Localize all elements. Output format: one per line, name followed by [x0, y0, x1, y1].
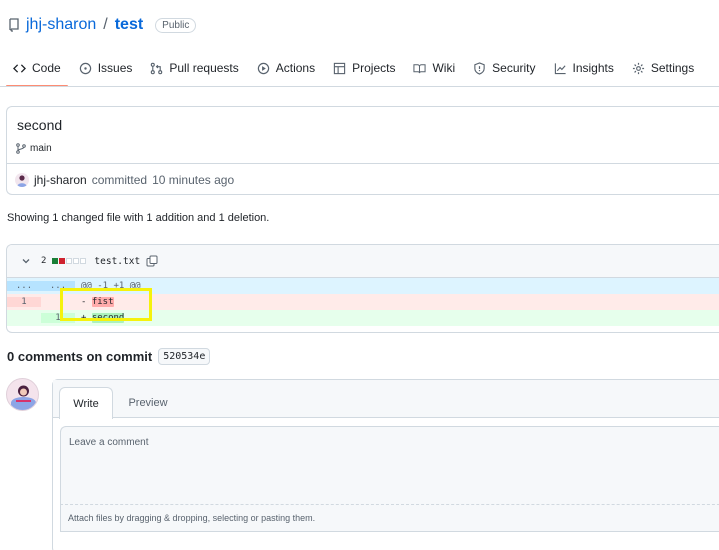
tab-insights[interactable]: Insights — [547, 56, 621, 80]
shield-icon — [474, 61, 485, 75]
tab-actions[interactable]: Actions — [250, 56, 322, 80]
commit-action: committed — [91, 172, 148, 187]
user-avatar[interactable] — [6, 378, 39, 411]
visibility-badge: Public — [155, 17, 197, 33]
tab-issues[interactable]: Issues — [72, 56, 140, 80]
play-icon — [257, 62, 269, 74]
repo-nav-tabs: Code Issues Pull requests Actions Projec… — [6, 56, 705, 87]
repo-owner-link[interactable]: jhj-sharon — [26, 16, 96, 34]
graph-icon — [554, 62, 566, 74]
author-link[interactable]: jhj-sharon — [34, 173, 87, 187]
editor-tabs: Write Preview — [53, 380, 719, 419]
file-name[interactable]: test.txt — [94, 256, 140, 267]
code-icon — [13, 63, 26, 73]
comments-header: 0 comments on commit 520534e — [7, 348, 211, 365]
repo-separator: / — [103, 16, 108, 33]
pull-request-icon — [151, 62, 163, 74]
tab-label: Issues — [97, 61, 133, 75]
file-diff-header: 2 test.txt — [7, 245, 719, 278]
tab-label: Projects — [352, 61, 396, 75]
tab-label: Settings — [650, 61, 695, 75]
comments-title: 0 comments on commit — [7, 349, 153, 364]
table-icon — [333, 62, 346, 74]
tab-security[interactable]: Security — [466, 56, 542, 80]
branch-icon — [16, 143, 26, 154]
commit-time: 10 minutes ago — [152, 172, 235, 187]
repo-header: jhj-sharon / test Public — [8, 14, 197, 36]
repo-icon — [9, 18, 19, 32]
tab-wiki[interactable]: Wiki — [406, 56, 462, 80]
tab-label: Actions — [275, 61, 316, 75]
tab-label: Insights — [572, 61, 614, 75]
tab-preview[interactable]: Preview — [121, 387, 175, 419]
commit-sha[interactable]: 520534e — [158, 348, 211, 365]
tab-code[interactable]: Code — [6, 56, 68, 87]
old-line-number[interactable]: 1 — [7, 297, 41, 307]
tab-settings[interactable]: Settings — [625, 56, 701, 80]
tabs-divider — [0, 86, 719, 87]
commit-header: second main jhj-sharon committed 10 minu… — [6, 106, 719, 195]
commit-author-row: jhj-sharon committed 10 minutes ago — [7, 163, 719, 195]
author-avatar[interactable] — [15, 172, 29, 187]
issue-icon — [79, 62, 91, 74]
book-icon — [413, 63, 427, 73]
change-count: 2 — [41, 256, 47, 266]
tab-projects[interactable]: Projects — [326, 56, 402, 80]
branch-name: main — [30, 143, 52, 154]
attach-files-hint[interactable]: Attach files by dragging & dropping, sel… — [60, 504, 719, 528]
expand-left[interactable]: ... — [7, 281, 41, 291]
comment-editor: Write Preview Leave a comment Attach fil… — [52, 379, 719, 550]
copy-icon[interactable] — [146, 255, 158, 267]
tab-label: Wiki — [432, 61, 456, 75]
repo-name-link[interactable]: test — [115, 16, 143, 34]
tab-label: Code — [32, 61, 61, 75]
highlight-annotation-box — [60, 288, 152, 321]
diff-summary: Showing 1 changed file with 1 addition a… — [7, 212, 270, 224]
tab-label: Security — [492, 61, 536, 75]
tab-label: Pull requests — [169, 61, 239, 75]
commit-title: second — [17, 117, 63, 133]
chevron-down-icon[interactable] — [21, 256, 31, 266]
tab-write[interactable]: Write — [59, 387, 113, 419]
diffstat-bars — [52, 258, 87, 264]
branch-indicator[interactable]: main — [16, 143, 52, 154]
tab-pull-requests[interactable]: Pull requests — [143, 56, 245, 80]
comment-placeholder: Leave a comment — [69, 437, 149, 448]
gear-icon — [632, 62, 644, 74]
